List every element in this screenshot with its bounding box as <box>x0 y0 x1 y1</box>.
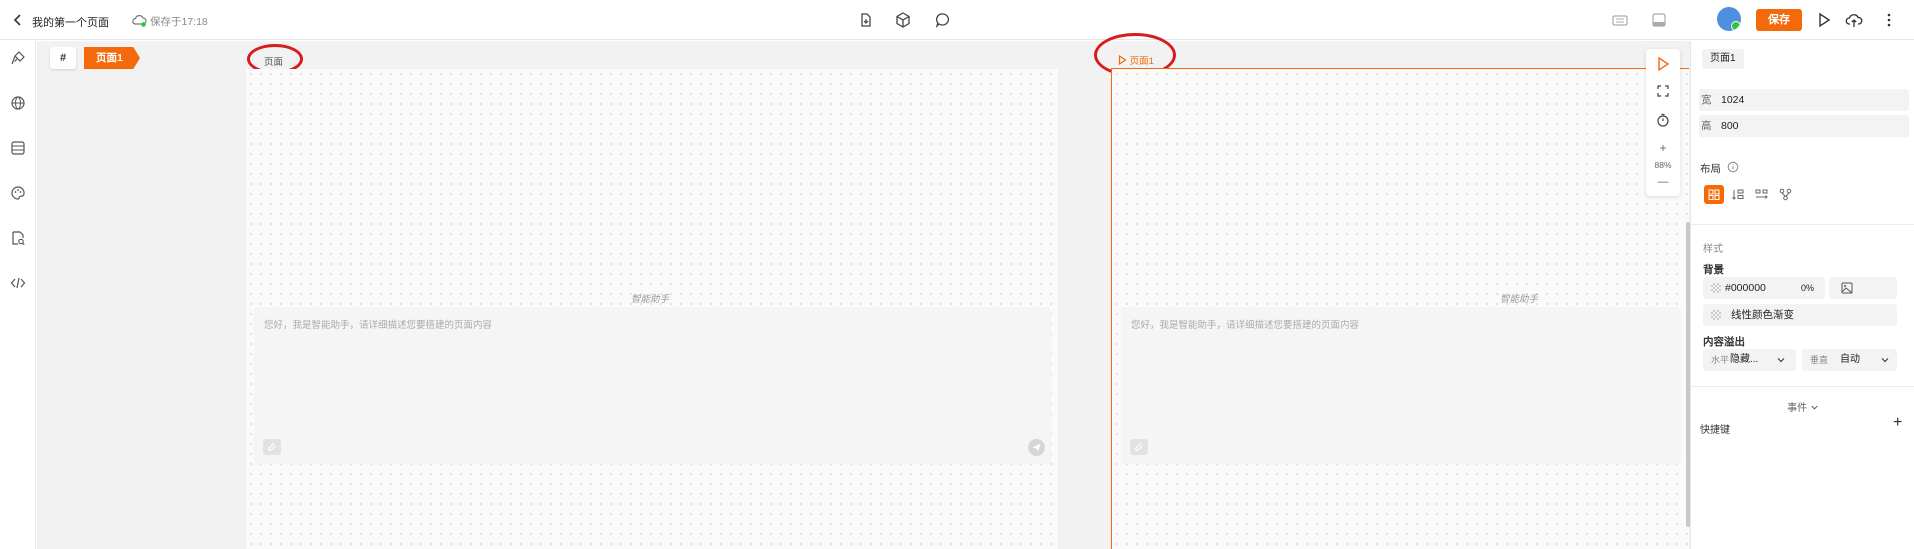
bg-opacity-value: 0% <box>1801 283 1815 293</box>
layout-tree-icon[interactable] <box>1776 185 1796 204</box>
file-search-icon[interactable] <box>9 229 27 247</box>
keyboard-icon[interactable] <box>1611 11 1629 29</box>
database-icon[interactable] <box>9 139 27 157</box>
plugin-icon[interactable] <box>9 49 27 67</box>
page-frame-selected[interactable]: 智能助手 您好，我是智能助手，请详细描述您要搭建的页面内容 <box>1111 68 1689 549</box>
color-swatch <box>1711 310 1721 320</box>
background-label: 背景 <box>1703 264 1724 276</box>
zoom-level: 88% <box>1654 160 1672 170</box>
globe-icon[interactable] <box>9 94 27 112</box>
bg-color-value: #000000 <box>1725 282 1766 294</box>
palette-icon[interactable] <box>9 184 27 202</box>
frame-label-page1[interactable]: 页面1 <box>1118 53 1154 67</box>
preview-play-icon[interactable] <box>1654 55 1672 73</box>
layout-label: 布局 <box>1700 163 1721 175</box>
height-label: 高 <box>1701 120 1712 132</box>
divider <box>1691 386 1914 387</box>
play-small-icon <box>1118 54 1127 66</box>
assistant-input[interactable]: 您好，我是智能助手，请详细描述您要搭建的页面内容 <box>254 307 1051 464</box>
layout-vertical-icon[interactable] <box>1728 185 1748 204</box>
import-icon[interactable] <box>857 11 875 29</box>
overflow-label: 内容溢出 <box>1703 336 1745 348</box>
assistant-placeholder: 您好，我是智能助手，请详细描述您要搭建的页面内容 <box>264 320 493 331</box>
gradient-field[interactable]: 线性颜色渐变 <box>1703 304 1897 326</box>
width-value: 1024 <box>1721 94 1745 106</box>
chevron-down-icon <box>1811 405 1818 410</box>
style-section-label: 样式 <box>1703 244 1723 255</box>
avatar[interactable] <box>1717 7 1741 31</box>
cloud-upload-icon[interactable] <box>1845 11 1863 29</box>
assistant-title: 智能助手 <box>1500 294 1539 305</box>
bg-color-field[interactable]: #000000 0% <box>1703 277 1825 299</box>
page-title: 我的第一个页面 <box>32 17 109 29</box>
top-bar: 我的第一个页面 保存于17:18 保存 <box>0 0 1914 40</box>
add-shortcut-button[interactable]: + <box>1893 414 1902 432</box>
shortcut-label: 快捷键 <box>1700 425 1730 436</box>
fullscreen-icon[interactable] <box>1654 82 1672 100</box>
chevron-down-icon <box>1777 358 1785 363</box>
gradient-label: 线性颜色渐变 <box>1731 309 1794 321</box>
comment-icon[interactable] <box>934 11 952 29</box>
canvas-toolbox: + 88% — <box>1646 49 1680 196</box>
page-tab[interactable]: 页面1 <box>84 47 140 69</box>
cloud-saved-icon <box>131 12 147 28</box>
zoom-out-button[interactable]: — <box>1646 176 1680 188</box>
back-icon[interactable] <box>10 12 26 28</box>
layout-horizontal-icon[interactable] <box>1752 185 1772 204</box>
layout-panel-icon[interactable] <box>1650 11 1668 29</box>
width-field[interactable]: 宽 1024 <box>1699 89 1909 111</box>
divider <box>1691 224 1914 225</box>
play-icon[interactable] <box>1815 11 1833 29</box>
left-rail <box>0 41 36 549</box>
overflow-horizontal-select[interactable]: 水平 隐藏... <box>1703 349 1796 371</box>
timer-icon[interactable] <box>1654 111 1672 129</box>
width-label: 宽 <box>1701 94 1712 106</box>
component-cube-icon[interactable] <box>894 11 912 29</box>
code-icon[interactable] <box>9 274 27 292</box>
saved-status: 保存于17:18 <box>150 16 208 28</box>
assistant-input[interactable]: 您好，我是智能助手，请详细描述您要搭建的页面内容 <box>1121 307 1681 464</box>
chevron-down-icon <box>1881 358 1889 363</box>
properties-panel: 页面1 宽 1024 高 800 布局 样式 背景 #000000 0% 线性颜… <box>1690 41 1914 549</box>
selected-page-chip[interactable]: 页面1 <box>1702 49 1744 69</box>
save-button[interactable]: 保存 <box>1756 9 1802 31</box>
attach-icon[interactable] <box>1130 439 1148 455</box>
events-label: 事件 <box>1787 403 1808 414</box>
page-selector-button[interactable]: # <box>50 47 76 69</box>
info-icon[interactable] <box>1727 161 1739 173</box>
frame-label-text: 页面1 <box>1129 56 1154 67</box>
image-icon <box>1841 282 1853 294</box>
image-fill-button[interactable] <box>1829 277 1897 299</box>
assistant-placeholder: 您好，我是智能助手，请详细描述您要搭建的页面内容 <box>1131 320 1360 331</box>
assistant-title: 智能助手 <box>631 294 670 305</box>
layout-free-icon[interactable] <box>1704 185 1724 204</box>
overflow-v-value: 自动 <box>1840 354 1860 365</box>
overflow-v-label: 垂直 <box>1810 355 1829 365</box>
overflow-h-label: 水平 <box>1711 355 1730 365</box>
height-field[interactable]: 高 800 <box>1699 115 1909 137</box>
events-toggle[interactable]: 事件 <box>1691 399 1914 414</box>
color-swatch <box>1711 283 1721 293</box>
zoom-in-button[interactable]: + <box>1646 141 1680 155</box>
height-value: 800 <box>1721 120 1739 132</box>
page-frame[interactable]: 智能助手 您好，我是智能助手，请详细描述您要搭建的页面内容 <box>246 69 1058 549</box>
send-icon[interactable] <box>1028 439 1045 456</box>
attach-icon[interactable] <box>263 439 281 455</box>
overflow-vertical-select[interactable]: 垂直 自动 <box>1802 349 1897 371</box>
more-vertical-icon[interactable] <box>1880 11 1898 29</box>
overflow-h-value: 隐藏... <box>1730 354 1759 365</box>
